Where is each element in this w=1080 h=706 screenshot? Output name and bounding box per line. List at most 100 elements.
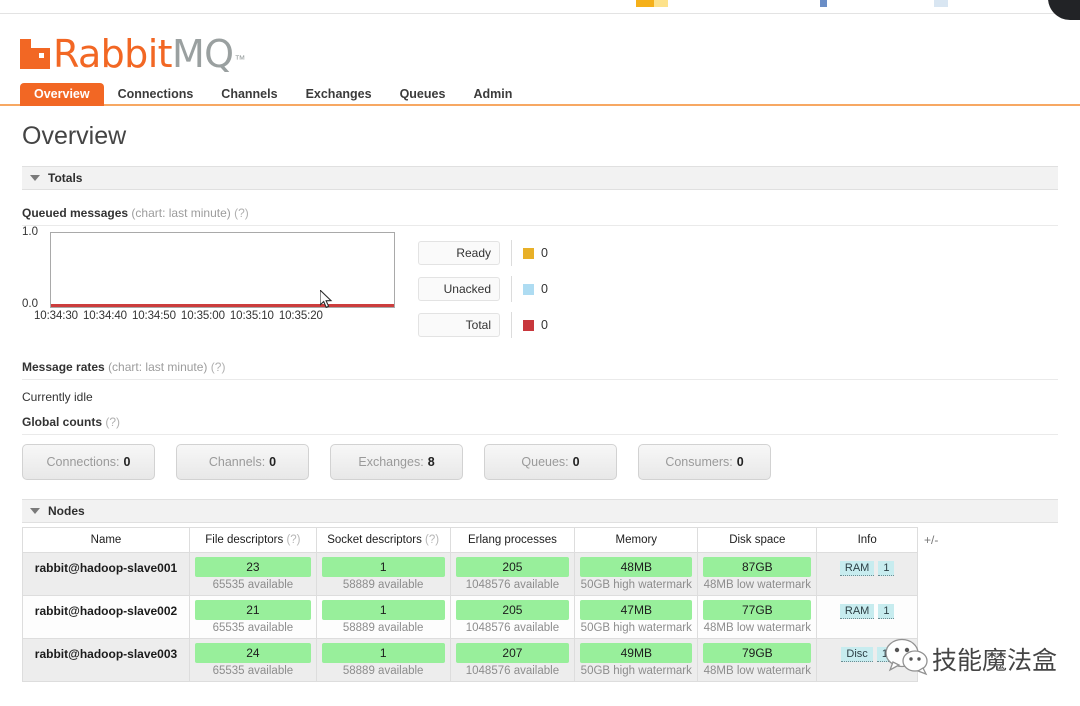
metric-sub: 48MB low watermark [703, 665, 811, 677]
tab-admin[interactable]: Admin [459, 83, 526, 106]
count-queues-label: Queues: [521, 455, 569, 469]
col-name[interactable]: Name [22, 527, 190, 553]
tab-channels[interactable]: Channels [207, 83, 291, 106]
tab-connections[interactable]: Connections [104, 83, 208, 106]
queued-messages-chart: 1.0 0.0 10:34:30 10:34:40 10:34:50 10:35:00… [22, 226, 442, 324]
chart-series-total-line [51, 304, 394, 307]
legend-button-unacked[interactable]: Unacked [418, 277, 500, 301]
chart-y-tick-max: 1.0 [22, 226, 38, 238]
tab-queues[interactable]: Queues [386, 83, 460, 106]
node-info: RAM 1 [816, 595, 918, 639]
node-name[interactable]: rabbit@hadoop-slave001 [22, 552, 190, 596]
node-memory: 48MB 50GB high watermark [574, 552, 699, 596]
col-info[interactable]: Info [816, 527, 918, 553]
node-file-descriptors: 21 65535 available [189, 595, 317, 639]
metric-sub: 65535 available [212, 579, 294, 591]
browser-tab-favicon-4 [934, 0, 948, 7]
legend-row-total: Total 0 [418, 312, 548, 338]
metric-sub: 65535 available [212, 665, 294, 677]
global-counts-help-icon[interactable]: (?) [105, 415, 120, 429]
legend-divider [511, 276, 512, 302]
col-file-descriptors-help-icon[interactable]: (?) [286, 534, 300, 546]
col-socket-descriptors[interactable]: Socket descriptors (?) [315, 527, 451, 553]
node-memory: 49MB 50GB high watermark [574, 638, 699, 682]
legend-value-ready: 0 [541, 246, 548, 260]
mouse-cursor-icon [319, 288, 334, 315]
watermark-text: 技能魔法盒 [932, 645, 1058, 675]
metric-value: 49MB [580, 643, 693, 663]
metric-value: 205 [455, 557, 570, 577]
col-name-label: Name [90, 534, 122, 546]
section-header-totals[interactable]: Totals [22, 166, 1058, 190]
count-exchanges[interactable]: Exchanges: 8 [330, 444, 463, 480]
nodes-table: Name File descriptors (?) Socket descrip… [22, 527, 918, 682]
count-connections[interactable]: Connections: 0 [22, 444, 155, 480]
badge-node-type[interactable]: Disc [841, 647, 873, 662]
node-memory: 47MB 50GB high watermark [574, 595, 699, 639]
count-channels[interactable]: Channels: 0 [176, 444, 309, 480]
page-title: Overview [22, 122, 127, 150]
queued-messages-subtitle: (chart: last minute) [131, 206, 231, 220]
metric-sub: 58889 available [342, 622, 424, 634]
node-name[interactable]: rabbit@hadoop-slave003 [22, 638, 190, 682]
node-erlang-processes: 207 1048576 available [449, 638, 576, 682]
section-label-totals: Totals [48, 171, 83, 185]
browser-tab-favicon-2 [654, 0, 668, 7]
badge-node-type[interactable]: RAM [839, 561, 875, 576]
section-header-nodes[interactable]: Nodes [22, 499, 1058, 523]
chart-x-tick-4: 10:35:10 [229, 310, 274, 322]
message-rates-help-icon[interactable]: (?) [211, 360, 226, 374]
count-connections-label: Connections: [46, 455, 120, 469]
legend-button-ready[interactable]: Ready [418, 241, 500, 265]
legend-swatch-ready [523, 247, 534, 259]
count-exchanges-value: 8 [427, 455, 435, 469]
legend-value-total: 0 [541, 318, 548, 332]
main-nav: Overview Connections Channels Exchanges … [0, 82, 1080, 106]
badge-node-count[interactable]: 1 [878, 561, 895, 576]
metric-value: 1 [321, 557, 445, 577]
metric-sub: 58889 available [342, 579, 424, 591]
browser-tab-favicon-1 [636, 0, 654, 7]
chart-x-tick-5: 10:35:20 [278, 310, 323, 322]
rabbitmq-logo[interactable]: Rabbit MQ ™ [20, 28, 1080, 73]
col-info-label: Info [857, 534, 877, 546]
metric-value: 24 [195, 643, 311, 663]
col-socket-descriptors-label: Socket descriptors [327, 534, 422, 546]
chart-x-tick-0: 10:34:30 [34, 310, 78, 322]
col-disk-space[interactable]: Disk space [697, 527, 818, 553]
tab-overview[interactable]: Overview [20, 83, 104, 106]
legend-button-total[interactable]: Total [418, 313, 500, 337]
badge-node-type[interactable]: RAM [839, 604, 875, 619]
message-rates-heading: Message rates (chart: last minute) (?) [22, 360, 1058, 380]
metric-value: 1 [321, 643, 445, 663]
table-row[interactable]: rabbit@hadoop-slave003 24 65535 availabl… [22, 638, 918, 682]
metric-sub: 50GB high watermark [580, 665, 692, 677]
page-root: Rabbit MQ ™ Overview Connections Channel… [0, 0, 1080, 706]
tab-exchanges[interactable]: Exchanges [292, 83, 386, 106]
badge-node-count[interactable]: 1 [876, 647, 893, 662]
count-queues[interactable]: Queues: 0 [484, 444, 617, 480]
queued-messages-help-icon[interactable]: (?) [234, 206, 249, 220]
col-erlang-processes[interactable]: Erlang processes [449, 527, 576, 553]
legend-divider [511, 240, 512, 266]
toggle-columns-button[interactable]: +/- [924, 533, 938, 547]
count-consumers[interactable]: Consumers: 0 [638, 444, 771, 480]
table-row[interactable]: rabbit@hadoop-slave002 21 65535 availabl… [22, 595, 918, 639]
metric-sub: 58889 available [342, 665, 424, 677]
col-memory[interactable]: Memory [574, 527, 699, 553]
chevron-down-icon [30, 175, 40, 181]
metric-value: 87GB [703, 557, 812, 577]
legend-row-ready: Ready 0 [418, 240, 548, 266]
legend-divider [511, 312, 512, 338]
col-socket-descriptors-help-icon[interactable]: (?) [425, 534, 439, 546]
metric-value: 205 [455, 600, 570, 620]
section-label-nodes: Nodes [48, 504, 85, 518]
message-rates-subtitle: (chart: last minute) [108, 360, 208, 374]
metric-sub: 1048576 available [465, 579, 560, 591]
trademark-icon: ™ [234, 54, 246, 66]
metric-value: 47MB [580, 600, 693, 620]
badge-node-count[interactable]: 1 [878, 604, 895, 619]
col-file-descriptors[interactable]: File descriptors (?) [189, 527, 317, 553]
node-name[interactable]: rabbit@hadoop-slave002 [22, 595, 190, 639]
table-row[interactable]: rabbit@hadoop-slave001 23 65535 availabl… [22, 552, 918, 596]
